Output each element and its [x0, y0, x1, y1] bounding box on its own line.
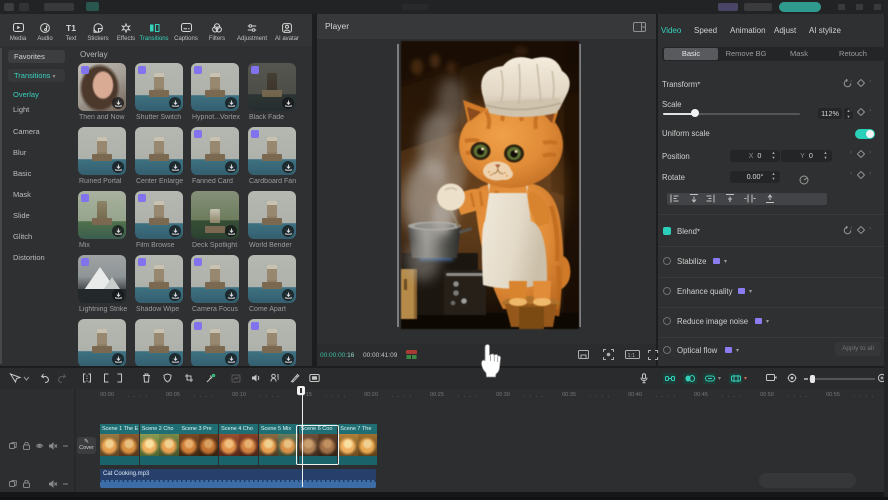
svg-text:1:1: 1:1	[628, 353, 636, 359]
